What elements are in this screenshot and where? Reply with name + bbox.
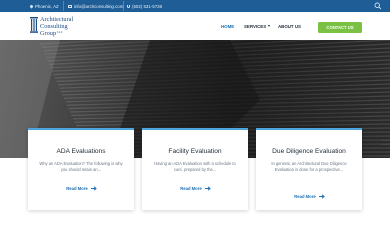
- map-pin-icon: [29, 3, 34, 9]
- card-description: In general, an Architectural Due Diligen…: [271, 161, 347, 173]
- service-card-due-diligence: Due Diligence Evaluation In general, an …: [256, 128, 362, 210]
- contact-us-label[interactable]: CONTACT US: [326, 25, 353, 30]
- read-more-link[interactable]: Read More: [142, 186, 248, 191]
- arrow-right-icon: [204, 188, 210, 189]
- divider: [123, 1, 124, 11]
- read-more-link[interactable]: Read More: [28, 186, 134, 191]
- card-accent-bar: [256, 128, 362, 130]
- card-title: ADA Evaluations: [56, 148, 106, 155]
- email-link[interactable]: info@archconsulting.com: [68, 0, 123, 12]
- main-header: Architectural Consulting GroupLLC HOME S…: [0, 12, 390, 40]
- logo-suffix: LLC: [57, 30, 63, 34]
- service-card-ada: ADA Evaluations Why an ADA Evaluation? T…: [28, 128, 134, 210]
- nav-services[interactable]: SERVICES: [244, 12, 271, 40]
- arrow-right-icon: [90, 188, 96, 189]
- column-logo-icon: [30, 17, 38, 33]
- chevron-down-icon: [268, 25, 271, 27]
- search-icon[interactable]: [374, 2, 382, 10]
- card-title: Due Diligence Evaluation: [272, 148, 346, 155]
- contact-us-button[interactable]: CONTACT US: [318, 22, 362, 33]
- service-card-facility: Facility Evaluation Having an ADA Evalua…: [142, 128, 248, 210]
- read-more-label[interactable]: Read More: [180, 186, 201, 191]
- envelope-icon: [68, 4, 72, 8]
- card-title: Facility Evaluation: [168, 148, 222, 155]
- nav-about[interactable]: ABOUT US: [278, 12, 301, 40]
- nav-about-label[interactable]: ABOUT US: [278, 24, 301, 29]
- location-text: Phoenix, AZ: [35, 3, 59, 9]
- nav-home[interactable]: HOME: [221, 12, 234, 40]
- company-logo[interactable]: Architectural Consulting GroupLLC: [30, 16, 90, 38]
- phone-text[interactable]: (602) 531-5736: [132, 4, 162, 9]
- phone-link[interactable]: (602) 531-5736: [127, 0, 162, 12]
- card-description: Why an ADA Evaluation? The following is …: [39, 161, 123, 173]
- logo-line-3-text: Group: [40, 30, 57, 37]
- arrow-right-icon: [318, 196, 324, 197]
- logo-line-3: GroupLLC: [40, 30, 63, 37]
- read-more-label[interactable]: Read More: [294, 194, 315, 199]
- email-text[interactable]: info@archconsulting.com: [74, 4, 123, 9]
- location-info: Phoenix, AZ: [29, 0, 59, 12]
- read-more-label[interactable]: Read More: [66, 186, 87, 191]
- divider: [63, 1, 64, 11]
- read-more-link[interactable]: Read More: [256, 194, 362, 199]
- nav-home-label[interactable]: HOME: [221, 24, 234, 29]
- card-accent-bar: [28, 128, 134, 130]
- phone-icon: [127, 4, 130, 8]
- top-info-bar: Phoenix, AZ info@archconsulting.com (602…: [0, 0, 390, 12]
- card-description: Having an ADA Evaluation with a schedule…: [154, 161, 236, 173]
- card-accent-bar: [142, 128, 248, 130]
- nav-services-label[interactable]: SERVICES: [244, 24, 266, 29]
